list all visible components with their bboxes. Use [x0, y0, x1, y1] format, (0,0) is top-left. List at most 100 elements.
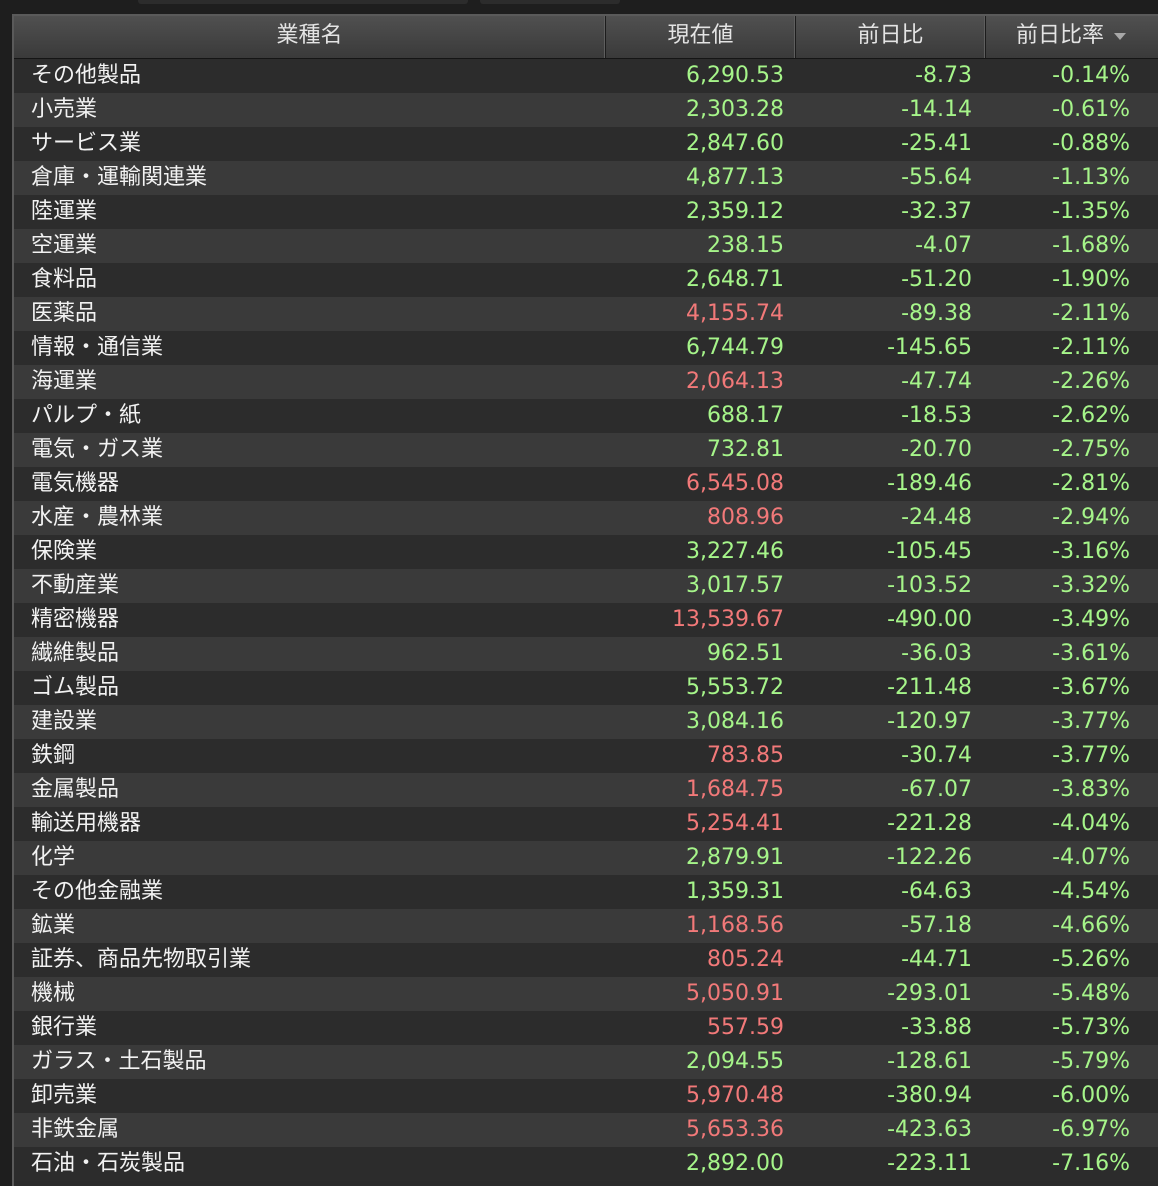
table-row[interactable]: 建設業 3,084.16 -120.97 -3.77% [14, 705, 1158, 739]
sector-name: パルプ・紙 [31, 403, 142, 428]
header-price[interactable]: 現在値 [606, 16, 796, 58]
current-price: 2,064.13 [686, 369, 784, 394]
change-value: -490.00 [887, 607, 972, 632]
change-value: -105.45 [887, 539, 972, 564]
tab-stub-left [138, 0, 468, 4]
current-price: 557.59 [707, 1015, 784, 1040]
current-price: 783.85 [707, 743, 784, 768]
current-price: 5,653.36 [686, 1117, 784, 1142]
sector-name: 輸送用機器 [31, 811, 142, 836]
table-row[interactable]: 繊維製品 962.51 -36.03 -3.61% [14, 637, 1158, 671]
current-price: 732.81 [707, 437, 784, 462]
sector-name: 非鉄金属 [31, 1117, 120, 1142]
change-value: -8.73 [915, 63, 972, 88]
table-row[interactable]: 保険業 3,227.46 -105.45 -3.16% [14, 535, 1158, 569]
table-row[interactable]: 情報・通信業 6,744.79 -145.65 -2.11% [14, 331, 1158, 365]
change-value: -14.14 [901, 97, 972, 122]
sector-name: 機械 [31, 981, 76, 1006]
current-price: 6,545.08 [686, 471, 784, 496]
current-price: 808.96 [707, 505, 784, 530]
table-row[interactable]: 水産・農林業 808.96 -24.48 -2.94% [14, 501, 1158, 535]
sector-name: 水産・農林業 [31, 505, 164, 530]
table-row[interactable]: 陸運業 2,359.12 -32.37 -1.35% [14, 195, 1158, 229]
change-percent: -3.16% [1052, 539, 1130, 564]
table-row[interactable]: 空運業 238.15 -4.07 -1.68% [14, 229, 1158, 263]
current-price: 2,847.60 [686, 131, 784, 156]
table-row[interactable]: 卸売業 5,970.48 -380.94 -6.00% [14, 1079, 1158, 1113]
table-row[interactable]: 機械 5,050.91 -293.01 -5.48% [14, 977, 1158, 1011]
table-row[interactable]: 小売業 2,303.28 -14.14 -0.61% [14, 93, 1158, 127]
sector-name: 鉱業 [31, 913, 76, 938]
table-row[interactable]: 食料品 2,648.71 -51.20 -1.90% [14, 263, 1158, 297]
table-row[interactable]: 非鉄金属 5,653.36 -423.63 -6.97% [14, 1113, 1158, 1147]
change-percent: -5.79% [1052, 1049, 1130, 1074]
sector-name: 電気機器 [31, 471, 120, 496]
table-row[interactable]: 石油・石炭製品 2,892.00 -223.11 -7.16% [14, 1147, 1158, 1181]
table-row[interactable]: その他金融業 1,359.31 -64.63 -4.54% [14, 875, 1158, 909]
current-price: 5,254.41 [686, 811, 784, 836]
change-value: -189.46 [887, 471, 972, 496]
change-percent: -5.73% [1052, 1015, 1130, 1040]
sector-name: 情報・通信業 [31, 335, 164, 360]
sector-name: 化学 [31, 845, 76, 870]
current-price: 688.17 [707, 403, 784, 428]
table-row[interactable]: 不動産業 3,017.57 -103.52 -3.32% [14, 569, 1158, 603]
current-price: 805.24 [707, 947, 784, 972]
table-row[interactable]: 化学 2,879.91 -122.26 -4.07% [14, 841, 1158, 875]
table-row[interactable]: 電気・ガス業 732.81 -20.70 -2.75% [14, 433, 1158, 467]
current-price: 13,539.67 [672, 607, 784, 632]
table-row[interactable]: 医薬品 4,155.74 -89.38 -2.11% [14, 297, 1158, 331]
table-row[interactable]: ガラス・土石製品 2,094.55 -128.61 -5.79% [14, 1045, 1158, 1079]
table-row[interactable]: パルプ・紙 688.17 -18.53 -2.62% [14, 399, 1158, 433]
change-value: -145.65 [887, 335, 972, 360]
current-price: 1,684.75 [686, 777, 784, 802]
sector-name: 繊維製品 [31, 641, 120, 666]
table-row[interactable]: 海運業 2,064.13 -47.74 -2.26% [14, 365, 1158, 399]
table-body: その他製品 6,290.53 -8.73 -0.14% 小売業 2,303.28 -14.1… [14, 59, 1158, 1181]
current-price: 1,168.56 [686, 913, 784, 938]
sector-name: 電気・ガス業 [31, 437, 164, 462]
table-row[interactable]: 金属製品 1,684.75 -67.07 -3.83% [14, 773, 1158, 807]
table-row[interactable]: 輸送用機器 5,254.41 -221.28 -4.04% [14, 807, 1158, 841]
header-change-pct[interactable]: 前日比率 [986, 16, 1156, 58]
sector-name: 海運業 [31, 369, 98, 394]
table-row[interactable]: 証券、商品先物取引業 805.24 -44.71 -5.26% [14, 943, 1158, 977]
table-row[interactable]: その他製品 6,290.53 -8.73 -0.14% [14, 59, 1158, 93]
table-row[interactable]: 鉱業 1,168.56 -57.18 -4.66% [14, 909, 1158, 943]
sector-name: 金属製品 [31, 777, 120, 802]
table-header: 業種名 現在値 前日比 前日比率 [14, 16, 1158, 59]
sort-descending-icon [1114, 32, 1126, 40]
table-row[interactable]: 銀行業 557.59 -33.88 -5.73% [14, 1011, 1158, 1045]
change-value: -33.88 [901, 1015, 972, 1040]
change-percent: -2.75% [1052, 437, 1130, 462]
change-value: -120.97 [887, 709, 972, 734]
table-row[interactable]: 鉄鋼 783.85 -30.74 -3.77% [14, 739, 1158, 773]
change-percent: -3.61% [1052, 641, 1130, 666]
current-price: 2,648.71 [686, 267, 784, 292]
change-percent: -2.81% [1052, 471, 1130, 496]
change-percent: -3.67% [1052, 675, 1130, 700]
header-change[interactable]: 前日比 [796, 16, 986, 58]
table-row[interactable]: 倉庫・運輸関連業 4,877.13 -55.64 -1.13% [14, 161, 1158, 195]
change-percent: -2.11% [1052, 335, 1130, 360]
current-price: 4,155.74 [686, 301, 784, 326]
change-value: -221.28 [887, 811, 972, 836]
sector-name: その他製品 [31, 63, 142, 88]
change-value: -211.48 [887, 675, 972, 700]
table-row[interactable]: サービス業 2,847.60 -25.41 -0.88% [14, 127, 1158, 161]
change-percent: -0.88% [1052, 131, 1130, 156]
current-price: 6,290.53 [686, 63, 784, 88]
change-percent: -0.14% [1052, 63, 1130, 88]
change-value: -67.07 [901, 777, 972, 802]
change-value: -36.03 [901, 641, 972, 666]
header-name[interactable]: 業種名 [14, 16, 606, 58]
change-value: -30.74 [901, 743, 972, 768]
table-row[interactable]: ゴム製品 5,553.72 -211.48 -3.67% [14, 671, 1158, 705]
table-row[interactable]: 精密機器 13,539.67 -490.00 -3.49% [14, 603, 1158, 637]
current-price: 2,879.91 [686, 845, 784, 870]
change-value: -122.26 [887, 845, 972, 870]
sector-name: 卸売業 [31, 1083, 98, 1108]
change-percent: -5.48% [1052, 981, 1130, 1006]
table-row[interactable]: 電気機器 6,545.08 -189.46 -2.81% [14, 467, 1158, 501]
change-percent: -3.77% [1052, 743, 1130, 768]
